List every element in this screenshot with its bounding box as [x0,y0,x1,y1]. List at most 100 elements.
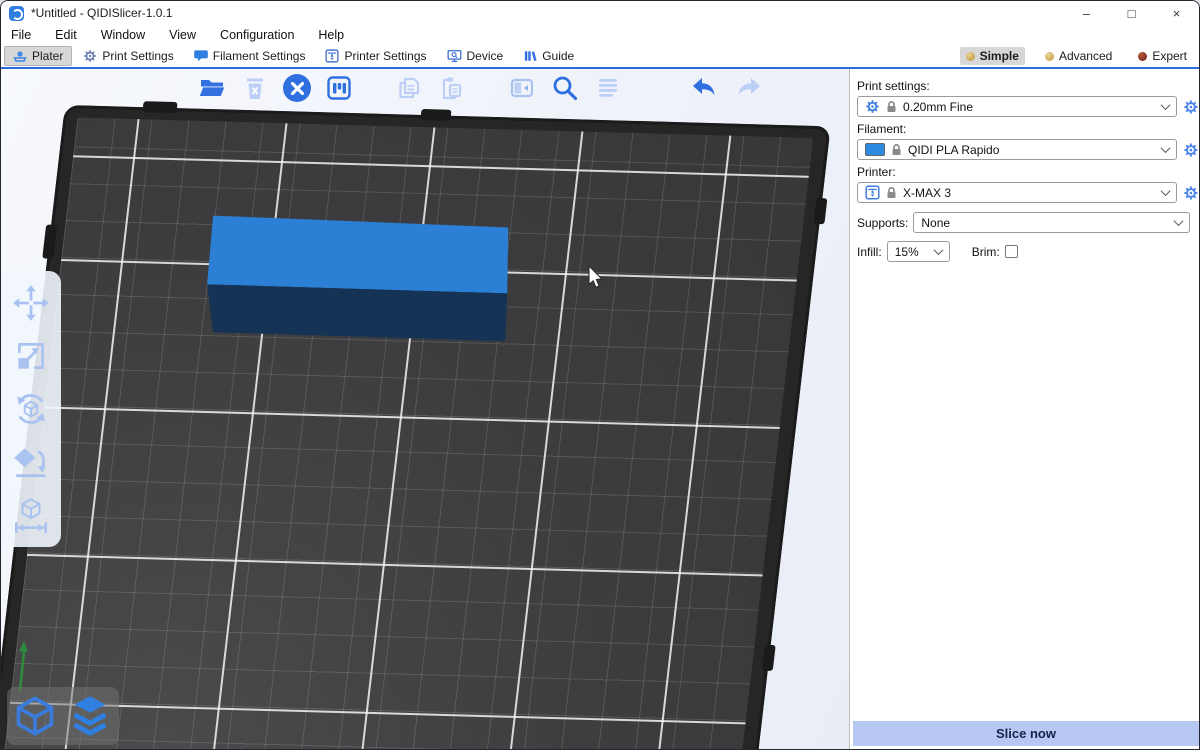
title-bar: *Untitled - QIDISlicer-1.0.1 – □ × [1,1,1199,25]
redo-arrow-icon [733,74,763,102]
search-button[interactable] [550,73,580,103]
menu-view[interactable]: View [169,28,196,42]
arrange-button[interactable] [324,73,354,103]
scale-tool-icon[interactable] [11,336,51,376]
y-axis-arrow-icon [11,639,31,693]
print-settings-gear-icon[interactable] [1183,99,1199,115]
app-logo-icon [9,6,24,21]
infill-combo[interactable]: 15% [887,241,950,262]
delete-all-button[interactable] [283,74,311,102]
tab-bar: Plater Print Settings Filament Settings … [1,45,1199,69]
redo-button[interactable] [733,73,763,103]
menu-file[interactable]: File [11,28,31,42]
chevron-down-icon [933,245,943,255]
supports-combo[interactable]: None [913,212,1190,233]
open-project-button[interactable] [197,73,227,103]
paste-button[interactable] [437,73,467,103]
maximize-button[interactable]: □ [1109,1,1154,25]
mode-label: Advanced [1059,49,1112,63]
printer-label: Printer: [857,165,1199,179]
gear-icon [865,99,880,114]
lock-icon [891,144,902,156]
mouse-cursor [587,265,605,291]
split-instances-button[interactable] [507,73,537,103]
brim-checkbox[interactable] [1005,245,1018,258]
filament-label: Filament: [857,122,1199,136]
trash-icon [242,74,268,102]
lock-icon [886,101,897,113]
plater-icon [13,49,27,63]
tab-plater[interactable]: Plater [4,46,72,66]
preview-layers-view-icon[interactable] [67,694,113,738]
infill-value: 15% [895,245,919,259]
expert-dot-icon [1138,52,1147,61]
printer-combo[interactable]: X-MAX 3 [857,182,1177,203]
slice-now-button[interactable]: Slice now [853,721,1199,746]
menu-edit[interactable]: Edit [55,28,77,42]
print-settings-value: 0.20mm Fine [903,100,973,114]
top-toolbar [197,73,763,103]
left-toolbar [1,271,61,547]
guide-icon [523,49,537,63]
menu-configuration[interactable]: Configuration [220,28,294,42]
printer-value: X-MAX 3 [903,186,951,200]
3d-editor-view-icon[interactable] [13,694,57,738]
chevron-down-icon [1161,100,1171,110]
simple-dot-icon [966,52,975,61]
variable-layer-height-button[interactable] [593,73,623,103]
mode-label: Simple [980,49,1019,63]
measure-tool-icon[interactable] [11,495,51,535]
filament-combo[interactable]: QIDI PLA Rapido [857,139,1177,160]
move-tool-icon[interactable] [11,283,51,323]
tab-label: Printer Settings [344,49,426,63]
copy-icon [395,74,423,102]
tab-label: Filament Settings [213,49,306,63]
rotate-tool-icon[interactable] [11,389,51,429]
close-button[interactable]: × [1154,1,1199,25]
print-settings-label: Print settings: [857,79,1199,93]
mode-simple[interactable]: Simple [960,47,1025,65]
model-object-top[interactable] [207,216,508,294]
chevron-down-icon [1161,186,1171,196]
undo-button[interactable] [690,73,720,103]
copy-button[interactable] [394,73,424,103]
mode-expert[interactable]: Expert [1132,47,1193,65]
supports-value: None [921,216,950,230]
place-on-face-tool-icon[interactable] [11,442,51,482]
delete-button[interactable] [240,73,270,103]
tab-label: Print Settings [102,49,173,63]
cross-icon [291,82,304,95]
mode-label: Expert [1152,49,1187,63]
menu-bar: File Edit Window View Configuration Help [1,25,1199,45]
print-settings-combo[interactable]: 0.20mm Fine [857,96,1177,117]
chevron-down-icon [1161,143,1171,153]
lock-icon [886,187,897,199]
device-icon [447,49,462,63]
viewport-3d[interactable] [1,69,849,749]
filament-color-swatch [865,143,885,156]
filament-gear-icon[interactable] [1183,142,1199,158]
menu-window[interactable]: Window [101,28,145,42]
gear-icon [83,49,97,63]
infill-label: Infill: [857,245,882,259]
paste-icon [438,74,466,102]
open-folder-icon [198,74,226,102]
search-icon [550,73,580,103]
mode-advanced[interactable]: Advanced [1039,47,1118,65]
tab-filament-settings[interactable]: Filament Settings [185,46,315,66]
menu-help[interactable]: Help [318,28,344,42]
tab-label: Guide [542,49,574,63]
window-title: *Untitled - QIDISlicer-1.0.1 [31,6,172,20]
brim-label: Brim: [972,245,1000,259]
tab-print-settings[interactable]: Print Settings [74,46,182,66]
undo-arrow-icon [690,74,720,102]
minimize-button[interactable]: – [1064,1,1109,25]
chevron-down-icon [1174,216,1184,226]
supports-label: Supports: [857,216,908,230]
printer-icon [865,185,880,200]
printer-gear-icon[interactable] [1183,185,1199,201]
tab-guide[interactable]: Guide [514,46,583,66]
model-object-front[interactable] [207,284,507,341]
tab-device[interactable]: Device [438,46,513,66]
tab-printer-settings[interactable]: Printer Settings [316,46,435,66]
